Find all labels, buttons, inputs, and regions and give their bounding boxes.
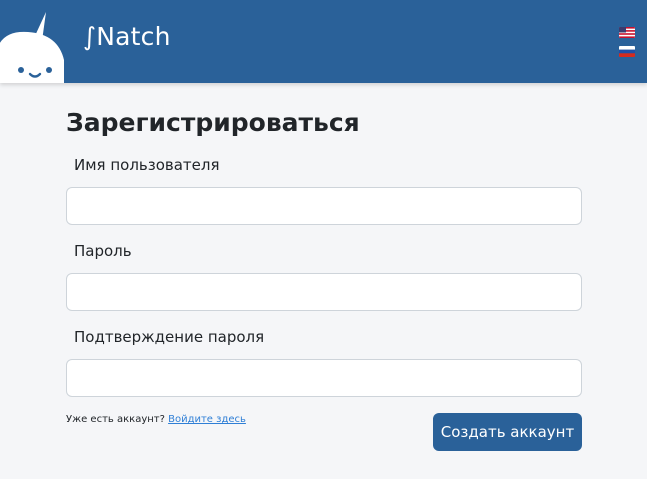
username-label: Имя пользователя [74,156,220,174]
login-prompt: Уже есть аккаунт? Войдите здесь [66,414,246,425]
password-input[interactable] [66,273,582,311]
narwhal-mascot-logo[interactable] [0,8,70,83]
top-navbar: ∫Natch [0,0,647,83]
confirm-password-input[interactable] [66,359,582,397]
password-label: Пароль [74,242,132,260]
login-prompt-text: Уже есть аккаунт? [66,414,165,425]
us-flag-icon[interactable] [619,27,635,38]
brand-name[interactable]: ∫Natch [83,24,171,49]
create-account-button[interactable]: Создать аккаунт [433,413,582,451]
ru-flag-icon[interactable] [619,46,635,57]
username-input[interactable] [66,187,582,225]
page-title: Зарегистрироваться [66,108,360,137]
confirm-password-label: Подтверждение пароля [74,328,265,346]
login-link[interactable]: Войдите здесь [168,414,246,425]
